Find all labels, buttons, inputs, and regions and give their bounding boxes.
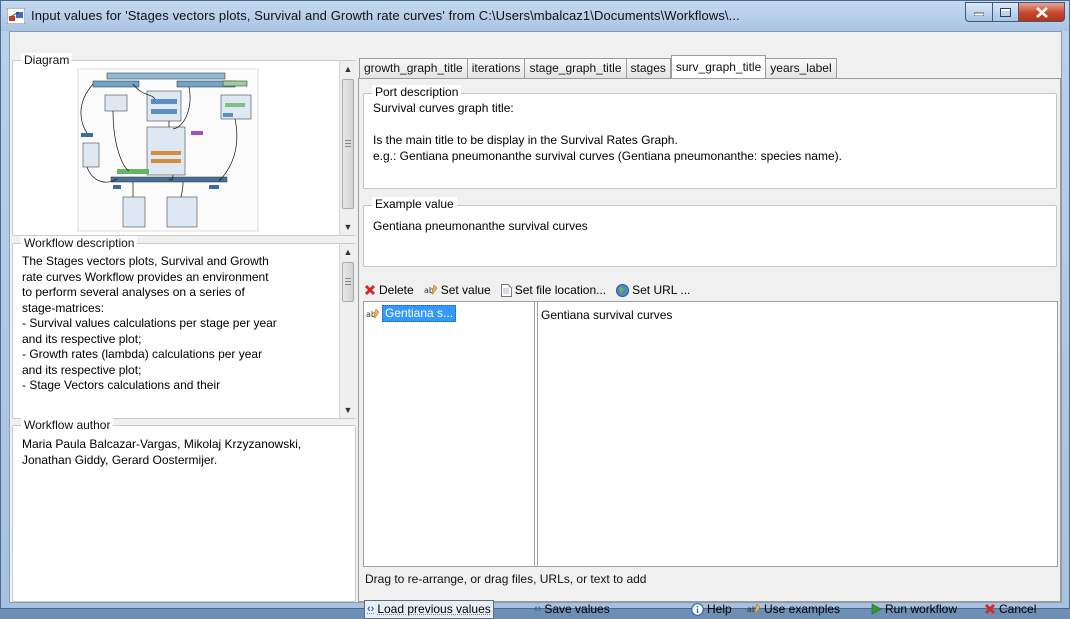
tab-stages[interactable]: stages bbox=[626, 58, 671, 78]
description-line: and its respective plot; bbox=[22, 362, 142, 377]
port-description-line: Is the main title to be display in the S… bbox=[373, 133, 678, 147]
delete-button[interactable]: Delete bbox=[364, 283, 414, 297]
value-editor[interactable]: Gentiana survival curves bbox=[537, 302, 1057, 566]
author-line: Jonathan Giddy, Gerard Oostermijer. bbox=[22, 452, 218, 467]
window-title: Input values for 'Stages vectors plots, … bbox=[31, 8, 740, 23]
description-line: rate curves Workflow provides an environ… bbox=[22, 269, 269, 284]
file-icon bbox=[500, 283, 512, 297]
window-controls bbox=[965, 2, 1065, 22]
dialog-window: Input values for 'Stages vectors plots, … bbox=[0, 0, 1070, 619]
set-url-label: Set URL ... bbox=[632, 283, 691, 297]
diagram-scroll-thumb[interactable] bbox=[342, 79, 354, 209]
workflow-author-text: Maria Paula Balcazar-Vargas, Mikolaj Krz… bbox=[22, 437, 352, 468]
workflow-author-legend: Workflow author bbox=[21, 418, 114, 432]
title-bar[interactable]: Input values for 'Stages vectors plots, … bbox=[1, 1, 1069, 31]
diagram-panel: Diagram ▲ ▼ bbox=[12, 53, 356, 236]
text-value-icon: ab bbox=[747, 603, 761, 614]
maximize-button[interactable] bbox=[993, 2, 1019, 22]
selected-value-label: Gentiana s... bbox=[382, 305, 457, 322]
globe-icon bbox=[616, 283, 630, 297]
workflow-author-panel: Workflow author Maria Paula Balcazar-Var… bbox=[12, 418, 356, 602]
close-button[interactable] bbox=[1019, 2, 1065, 22]
load-previous-values-label: Load previous values bbox=[377, 601, 491, 616]
workflow-diagram-thumbnail[interactable] bbox=[73, 67, 263, 233]
scroll-down-icon[interactable]: ▼ bbox=[340, 219, 356, 235]
tab-growth-graph-title[interactable]: growth_graph_title bbox=[359, 58, 468, 78]
description-line: and its respective plot; bbox=[22, 331, 142, 346]
description-line: - Survival values calculations per stage… bbox=[22, 316, 277, 330]
delete-label: Delete bbox=[379, 283, 414, 297]
close-icon bbox=[1035, 6, 1048, 18]
tab-years-label[interactable]: years_label bbox=[766, 58, 837, 78]
description-scroll-thumb[interactable] bbox=[342, 262, 354, 302]
port-tabs: growth_graph_title iterations stage_grap… bbox=[359, 55, 837, 78]
description-line: to perform several analyses on a series … bbox=[22, 285, 245, 299]
set-file-location-button[interactable]: Set file location... bbox=[500, 283, 607, 297]
text-value-icon: ab bbox=[366, 308, 380, 319]
values-list[interactable]: ab Gentiana s... bbox=[364, 302, 535, 566]
port-description-line: e.g.: Gentiana pneumonanthe survival cur… bbox=[373, 149, 842, 163]
text-value-icon: ab bbox=[424, 284, 438, 295]
code-brackets-icon: ‹› bbox=[534, 603, 542, 615]
port-description-line: Survival curves graph title: bbox=[373, 101, 514, 115]
list-item[interactable]: ab Gentiana s... bbox=[366, 305, 457, 322]
info-icon bbox=[691, 602, 704, 616]
description-line: The Stages vectors plots, Survival and G… bbox=[22, 254, 269, 268]
description-scrollbar[interactable]: ▲ ▼ bbox=[339, 244, 356, 418]
maximize-icon bbox=[1000, 7, 1011, 17]
port-description-line bbox=[373, 116, 842, 132]
value-toolbar: Delete ab Set value Set file location...… bbox=[364, 280, 696, 300]
example-value-text: Gentiana pneumonanthe survival curves bbox=[373, 219, 588, 233]
use-examples-label: Use examples bbox=[764, 602, 841, 616]
example-value-legend: Example value bbox=[372, 197, 457, 212]
play-icon bbox=[871, 603, 882, 615]
author-line: Maria Paula Balcazar-Vargas, Mikolaj Krz… bbox=[22, 437, 302, 451]
tab-content: Port description Survival curves graph t… bbox=[358, 78, 1061, 602]
save-values-label: Save values bbox=[544, 602, 610, 616]
scroll-up-icon[interactable]: ▲ bbox=[340, 61, 356, 77]
taverna-app-icon bbox=[7, 8, 25, 24]
dialog-client-area: Diagram ▲ ▼ Workflow description The Sta… bbox=[9, 31, 1062, 619]
diagram-legend: Diagram bbox=[21, 53, 73, 67]
cancel-icon bbox=[984, 603, 996, 615]
run-workflow-label: Run workflow bbox=[885, 602, 958, 616]
description-line: - Stage Vectors calculations and their bbox=[22, 378, 221, 392]
description-line: - Growth rates (lambda) calculations per… bbox=[22, 347, 263, 361]
port-description-panel: Port description Survival curves graph t… bbox=[363, 85, 1057, 189]
workflow-description-legend: Workflow description bbox=[21, 236, 138, 250]
minimize-button[interactable] bbox=[965, 2, 993, 22]
value-editor-text: Gentiana survival curves bbox=[541, 308, 673, 322]
set-value-label: Set value bbox=[440, 283, 491, 297]
example-value-panel: Example value Gentiana pneumonanthe surv… bbox=[363, 197, 1057, 267]
scroll-down-icon[interactable]: ▼ bbox=[340, 402, 356, 418]
cancel-label: Cancel bbox=[999, 602, 1037, 616]
port-description-text: Survival curves graph title: Is the main… bbox=[373, 100, 842, 164]
workflow-description-panel: Workflow description The Stages vectors … bbox=[12, 236, 356, 419]
code-brackets-icon: ‹› bbox=[367, 602, 375, 615]
drag-hint: Drag to re-arrange, or drag files, URLs,… bbox=[365, 572, 647, 586]
tab-surv-graph-title[interactable]: surv_graph_title bbox=[670, 55, 767, 78]
tab-stage-graph-title[interactable]: stage_graph_title bbox=[525, 58, 627, 78]
workflow-description-text: The Stages vectors plots, Survival and G… bbox=[22, 254, 322, 394]
delete-icon bbox=[364, 284, 376, 296]
description-line: stage-matrices: bbox=[22, 300, 105, 315]
help-label: Help bbox=[707, 602, 732, 616]
set-file-location-label: Set file location... bbox=[514, 283, 607, 297]
values-lists: ab Gentiana s... Gentiana survival curve… bbox=[363, 301, 1058, 567]
diagram-scrollbar[interactable]: ▲ ▼ bbox=[339, 61, 356, 235]
set-value-button[interactable]: ab Set value bbox=[424, 283, 491, 297]
minimize-icon bbox=[974, 12, 984, 16]
port-description-legend: Port description bbox=[372, 85, 462, 100]
scroll-up-icon[interactable]: ▲ bbox=[340, 244, 356, 260]
tab-iterations[interactable]: iterations bbox=[467, 58, 526, 78]
set-url-button[interactable]: Set URL ... bbox=[616, 283, 690, 297]
